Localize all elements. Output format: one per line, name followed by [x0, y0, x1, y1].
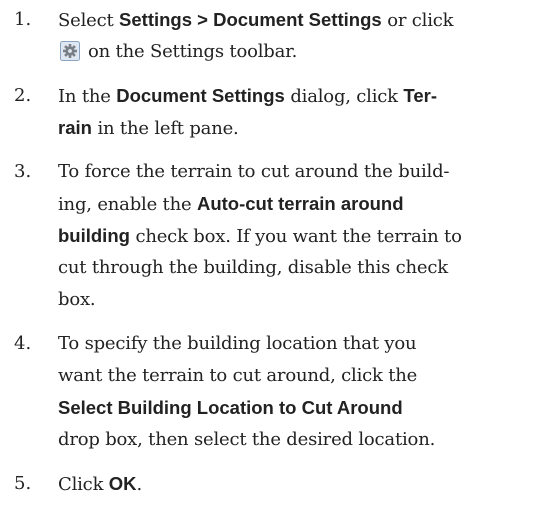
step-number: 3.: [14, 161, 32, 182]
step-text: In the Document Settings dialog, click T…: [58, 80, 528, 144]
step-line: box.: [58, 289, 96, 310]
checkbox-name: Auto-cut terrain around: [196, 193, 404, 214]
step-number: 4.: [14, 333, 32, 354]
step-number: 1.: [14, 9, 32, 30]
step-line: In the Document Settings dialog, click T…: [58, 85, 437, 107]
step-line: building check box. If you want the terr…: [58, 225, 462, 247]
step-text: Click OK.: [58, 468, 528, 500]
ok-button-name: OK: [108, 473, 137, 494]
checkbox-name: building: [58, 225, 130, 246]
document-settings-gear-icon[interactable]: [60, 41, 80, 61]
step-line: want the terrain to cut around, click th…: [58, 365, 418, 386]
step-number: 5.: [14, 473, 32, 494]
step-line: cut through the building, disable this c…: [58, 257, 448, 278]
step-line: To force the terrain to cut around the b…: [58, 161, 450, 182]
step-text: To specify the building location that yo…: [58, 328, 528, 456]
instruction-list: 1. Select Settings > Document Settings o…: [0, 0, 542, 516]
step-number: 2.: [14, 85, 32, 106]
step-text: Select Settings > Document Settings or c…: [58, 4, 528, 68]
dropbox-name: Select Building Location to Cut Around: [58, 397, 403, 418]
step-line: drop box, then select the desired locati…: [58, 429, 436, 450]
step-text: To force the terrain to cut around the b…: [58, 156, 528, 316]
step-line: on the Settings toolbar.: [58, 36, 528, 68]
step-line: To specify the building location that yo…: [58, 333, 417, 354]
dialog-name: Document Settings: [116, 85, 285, 106]
step-line: Select Building Location to Cut Around: [58, 392, 528, 424]
pane-name: Ter-: [403, 85, 437, 106]
step-line: Click OK.: [58, 473, 143, 495]
pane-name: rain: [58, 117, 92, 138]
menu-path: Settings > Document Settings: [119, 9, 382, 30]
step-line: Select Settings > Document Settings or c…: [58, 9, 454, 31]
step-line: rain in the left pane.: [58, 117, 239, 139]
step-line: ing, enable the Auto-cut terrain around: [58, 193, 404, 215]
